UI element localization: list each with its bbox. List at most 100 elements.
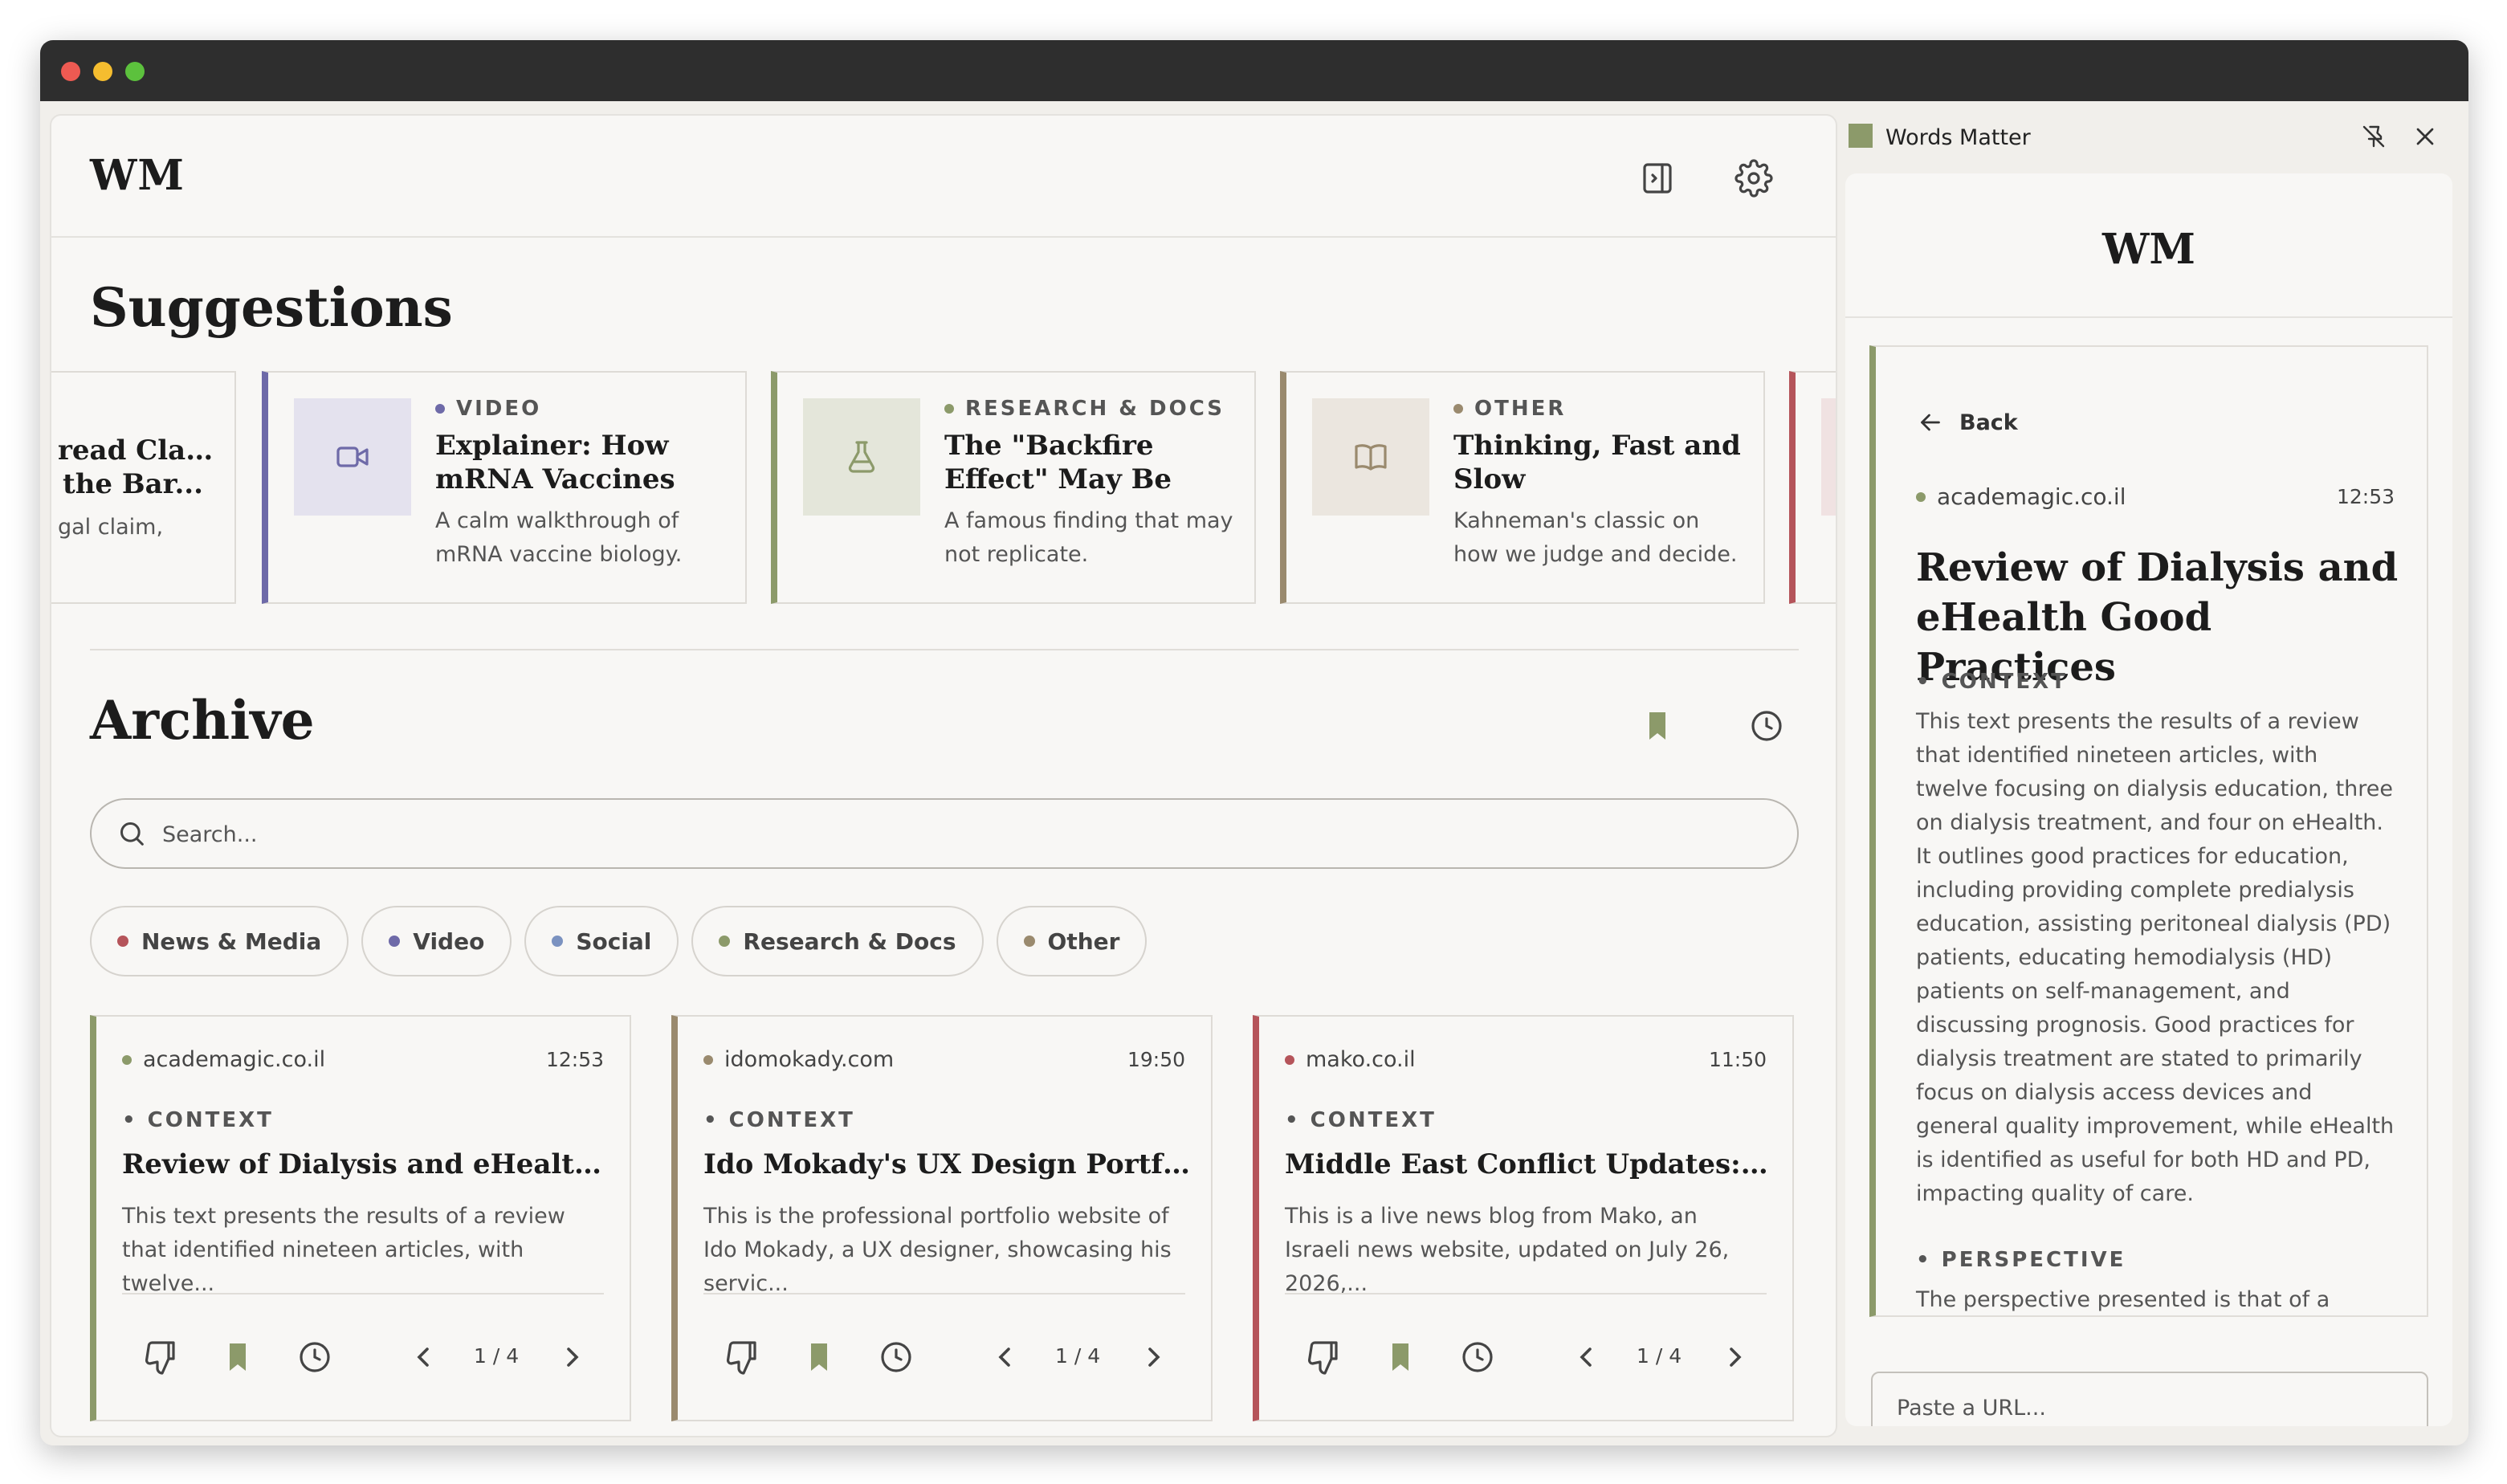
- side-panel-logo: WM: [2102, 225, 2195, 274]
- flask-icon: [848, 441, 875, 473]
- suggestions-carousel[interactable]: read Claims the Bar... gal claim, VIDEO …: [51, 371, 1836, 604]
- card-actions: 1 / 4: [1259, 1338, 1792, 1376]
- suggestion-category: OTHER: [1453, 397, 1747, 421]
- suggestion-card-title: read Claims: [58, 434, 218, 467]
- archive-card[interactable]: idomokady.com 19:50 • CONTEXT Ido Mokady'…: [671, 1015, 1213, 1421]
- timestamp: 11:50: [1708, 1048, 1767, 1071]
- archive-card-meta: idomokady.com 19:50: [703, 1047, 1185, 1072]
- arrow-left-icon: [1921, 414, 1940, 431]
- thumbs-down-icon[interactable]: [723, 1338, 761, 1376]
- filter-chip-social[interactable]: Social: [524, 906, 679, 976]
- archive-card-description: This is a live news blog from Mako, an I…: [1285, 1204, 1730, 1296]
- suggestion-card-description: Kahneman's classic on how we judge and d…: [1453, 508, 1738, 567]
- filter-chip-other[interactable]: Other: [996, 906, 1148, 976]
- chevron-right-icon[interactable]: [552, 1338, 591, 1376]
- unpin-icon[interactable]: [2359, 122, 2388, 151]
- source-domain: idomokady.com: [724, 1047, 895, 1072]
- suggestion-card-description: A famous finding that may not replicate.: [944, 508, 1233, 567]
- book-icon: [1355, 444, 1387, 471]
- bookmark-icon[interactable]: [218, 1338, 257, 1376]
- app-window: WM Suggestions read Claims the Bar... ga…: [40, 40, 2468, 1445]
- article-meta: academagic.co.il 12:53: [1916, 483, 2395, 510]
- url-input-box[interactable]: [1871, 1372, 2428, 1426]
- archive-card-description: This text presents the results of a revi…: [122, 1204, 565, 1296]
- archive-card-title: Review of Dialysis and eHealth Good Prac…: [122, 1148, 609, 1180]
- video-icon: [336, 446, 369, 467]
- suggestion-card-title: Thinking, Fast and Slow: [1453, 430, 1741, 495]
- filter-chip-news[interactable]: News & Media: [90, 906, 349, 976]
- suggestion-card[interactable]: VIDEO Explainer: How mRNA Vaccines Actua…: [262, 371, 747, 604]
- title-bar: [40, 40, 2468, 101]
- archive-card[interactable]: mako.co.il 11:50 • CONTEXT Middle East Co…: [1253, 1015, 1794, 1421]
- chevron-right-icon[interactable]: [1715, 1338, 1754, 1376]
- filter-chip-video[interactable]: Video: [361, 906, 512, 976]
- zoom-window-button[interactable]: [125, 62, 145, 81]
- card-divider: [703, 1293, 1185, 1294]
- side-panel-title: Words Matter: [1885, 125, 2031, 150]
- back-label: Back: [1959, 410, 2018, 435]
- history-clock-icon[interactable]: [1747, 707, 1786, 745]
- minimize-window-button[interactable]: [93, 62, 112, 81]
- suggestion-card-title-line2: the Bar...: [63, 468, 203, 500]
- chevron-left-icon[interactable]: [1567, 1338, 1606, 1376]
- research-thumbnail: [803, 398, 920, 516]
- chevron-left-icon[interactable]: [986, 1338, 1025, 1376]
- book-thumbnail: [1312, 398, 1429, 516]
- suggestion-category: RESEARCH & DOCS: [944, 397, 1238, 421]
- filter-chip-research[interactable]: Research & Docs: [691, 906, 984, 976]
- section-label: • CONTEXT: [1285, 1108, 1437, 1132]
- bookmark-icon[interactable]: [800, 1338, 838, 1376]
- top-bar: WM: [51, 116, 1836, 238]
- settings-gear-icon[interactable]: [1735, 159, 1773, 198]
- archive-card-title: Ido Mokady's UX Design Portfolio: [703, 1148, 1190, 1180]
- section-divider: [90, 649, 1799, 650]
- card-divider: [1285, 1293, 1767, 1294]
- clock-icon[interactable]: [877, 1338, 915, 1376]
- chevron-right-icon[interactable]: [1134, 1338, 1172, 1376]
- thumbs-down-icon[interactable]: [1304, 1338, 1343, 1376]
- card-actions: 1 / 4: [96, 1338, 630, 1376]
- close-icon[interactable]: [2411, 122, 2440, 151]
- close-window-button[interactable]: [61, 62, 80, 81]
- perspective-label: • PERSPECTIVE: [1916, 1248, 2126, 1272]
- sidebar-toggle-icon[interactable]: [1638, 159, 1677, 198]
- timestamp: 12:53: [2336, 485, 2395, 508]
- search-input[interactable]: [162, 814, 1688, 854]
- suggestion-card-title: Explainer: How mRNA Vaccines Actually...: [435, 430, 675, 495]
- side-panel-divider: [1845, 316, 2452, 318]
- clock-icon[interactable]: [296, 1338, 334, 1376]
- suggestions-heading: Suggestions: [90, 276, 453, 339]
- chevron-left-icon[interactable]: [405, 1338, 443, 1376]
- source-domain: academagic.co.il: [143, 1047, 326, 1072]
- page-indicator: 1 / 4: [474, 1344, 520, 1368]
- perspective-text: The perspective presented is that of a: [1916, 1287, 2330, 1312]
- source-domain: mako.co.il: [1306, 1047, 1416, 1072]
- suggestion-card-description: A calm walkthrough of mRNA vaccine biolo…: [435, 508, 683, 567]
- suggestion-card[interactable]: RESEARCH & DOCS The "Backfire Effect" Ma…: [771, 371, 1256, 604]
- archive-card-title: Middle East Conflict Updates: US, Iran a…: [1285, 1148, 1771, 1180]
- archive-card[interactable]: academagic.co.il 12:53 • CONTEXT Review o…: [90, 1015, 631, 1421]
- suggestion-card-description: gal claim,: [58, 515, 164, 540]
- search-icon: [120, 822, 144, 846]
- clock-icon[interactable]: [1458, 1338, 1497, 1376]
- back-button[interactable]: Back: [1916, 408, 2018, 437]
- bookmark-icon[interactable]: [1381, 1338, 1420, 1376]
- video-thumbnail: [294, 398, 411, 516]
- archive-heading: Archive: [90, 689, 315, 752]
- article-detail[interactable]: Back academagic.co.il 12:53 Review of Dia…: [1869, 345, 2428, 1317]
- main-panel: WM Suggestions read Claims the Bar... ga…: [50, 114, 1837, 1437]
- bookmark-filter-icon[interactable]: [1638, 707, 1677, 745]
- suggestion-card-partial[interactable]: read Claims the Bar... gal claim,: [51, 371, 236, 604]
- section-label: • CONTEXT: [122, 1108, 274, 1132]
- context-text: This text presents the results of a revi…: [1916, 709, 2395, 1206]
- suggestion-card-title: The "Backfire Effect" May Be Rarer Than.…: [944, 430, 1172, 495]
- suggestion-card[interactable]: OTHER Thinking, Fast and Slow Kahneman's…: [1280, 371, 1765, 604]
- suggestion-card-partial-right[interactable]: [1789, 371, 1836, 604]
- url-input[interactable]: [1897, 1388, 2395, 1426]
- timestamp: 19:50: [1127, 1048, 1185, 1071]
- thumbs-down-icon[interactable]: [141, 1338, 180, 1376]
- page-indicator: 1 / 4: [1637, 1344, 1682, 1368]
- archive-search-bar[interactable]: [90, 798, 1799, 869]
- filter-chips: News & Media Video Social Research & Doc…: [90, 906, 1148, 976]
- timestamp: 12:53: [545, 1048, 604, 1071]
